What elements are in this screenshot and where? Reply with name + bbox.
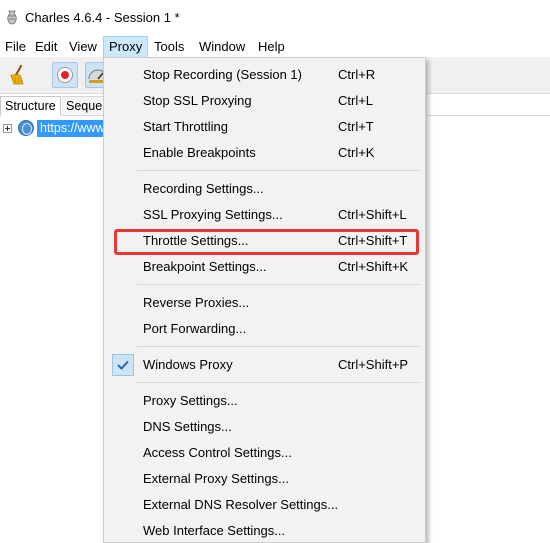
menu-item-label: Web Interface Settings... — [143, 523, 286, 538]
menu-item-stop-ssl-proxying[interactable]: Stop SSL Proxying Ctrl+L — [104, 88, 425, 114]
menu-edit[interactable]: Edit — [30, 36, 62, 58]
menu-item-dns-settings[interactable]: DNS Settings... — [104, 414, 425, 440]
menu-item-proxy-settings[interactable]: Proxy Settings... — [104, 388, 425, 414]
menu-item-label: Start Throttling — [143, 119, 229, 134]
record-button[interactable] — [52, 62, 78, 88]
menu-item-start-throttling[interactable]: Start Throttling Ctrl+T — [104, 114, 425, 140]
menu-item-label: Reverse Proxies... — [143, 295, 250, 310]
title-bar: Charles 4.6.4 - Session 1 * — [0, 0, 550, 36]
proxy-menu: Stop Recording (Session 1) Ctrl+R Stop S… — [103, 57, 426, 543]
menu-help[interactable]: Help — [253, 36, 290, 58]
tree-item-host[interactable]: https://www — [37, 120, 107, 137]
menu-item-label: SSL Proxying Settings... — [143, 207, 283, 222]
menu-separator — [137, 170, 421, 171]
expand-icon[interactable] — [3, 124, 12, 133]
menu-item-label: Port Forwarding... — [143, 321, 247, 336]
menu-item-label: Stop SSL Proxying — [143, 93, 252, 108]
menu-item-shortcut: Ctrl+K — [338, 145, 375, 160]
menu-item-shortcut: Ctrl+Shift+K — [338, 259, 409, 274]
menu-item-access-control-settings[interactable]: Access Control Settings... — [104, 440, 425, 466]
menu-item-shortcut: Ctrl+Shift+L — [338, 207, 407, 222]
charles-vase-icon — [7, 10, 17, 25]
clear-session-button[interactable] — [5, 62, 31, 88]
menu-separator — [137, 382, 421, 383]
menu-item-reverse-proxies[interactable]: Reverse Proxies... — [104, 290, 425, 316]
menu-proxy[interactable]: Proxy — [103, 36, 149, 58]
menu-item-recording-settings[interactable]: Recording Settings... — [104, 176, 425, 202]
menu-item-external-dns-resolver-settings[interactable]: External DNS Resolver Settings... — [104, 492, 425, 518]
menu-separator — [137, 284, 421, 285]
menu-window[interactable]: Window — [194, 36, 250, 58]
menu-item-label: Recording Settings... — [143, 181, 264, 196]
menu-item-label: Stop Recording (Session 1) — [143, 67, 302, 82]
menu-item-shortcut: Ctrl+L — [338, 93, 374, 108]
menu-item-label: Breakpoint Settings... — [143, 259, 267, 274]
menu-separator — [137, 346, 421, 347]
menu-item-shortcut: Ctrl+T — [338, 119, 374, 134]
globe-icon — [18, 120, 34, 136]
menu-item-external-proxy-settings[interactable]: External Proxy Settings... — [104, 466, 425, 492]
menu-item-windows-proxy[interactable]: Windows Proxy Ctrl+Shift+P — [104, 352, 425, 378]
menu-item-label: Enable Breakpoints — [143, 145, 256, 160]
menu-item-label: DNS Settings... — [143, 419, 232, 434]
menu-item-port-forwarding[interactable]: Port Forwarding... — [104, 316, 425, 342]
window-title: Charles 4.6.4 - Session 1 * — [25, 10, 180, 25]
menu-item-label: Access Control Settings... — [143, 445, 292, 460]
menu-item-label: External Proxy Settings... — [143, 471, 289, 486]
menu-item-web-interface-settings[interactable]: Web Interface Settings... — [104, 518, 425, 543]
checkmark-icon — [112, 354, 134, 376]
record-icon — [57, 67, 73, 83]
menu-item-shortcut: Ctrl+Shift+P — [338, 357, 409, 372]
menu-item-ssl-proxying-settings[interactable]: SSL Proxying Settings... Ctrl+Shift+L — [104, 202, 425, 228]
menu-item-breakpoint-settings[interactable]: Breakpoint Settings... Ctrl+Shift+K — [104, 254, 425, 280]
menu-item-stop-recording[interactable]: Stop Recording (Session 1) Ctrl+R — [104, 62, 425, 88]
menu-file[interactable]: File — [0, 36, 31, 58]
highlight-box — [114, 229, 419, 255]
tab-structure[interactable]: Structure — [0, 96, 61, 116]
menu-item-label: Proxy Settings... — [143, 393, 238, 408]
menu-item-label: External DNS Resolver Settings... — [143, 497, 339, 512]
menu-view[interactable]: View — [64, 36, 102, 58]
menu-bar: File Edit View Proxy Tools Window Help — [0, 36, 550, 58]
menu-item-shortcut: Ctrl+R — [338, 67, 376, 82]
menu-tools[interactable]: Tools — [149, 36, 189, 58]
menu-item-label: Windows Proxy — [143, 357, 233, 372]
broom-icon — [10, 64, 24, 85]
tab-sequence[interactable]: Seque — [62, 96, 108, 116]
menu-item-enable-breakpoints[interactable]: Enable Breakpoints Ctrl+K — [104, 140, 425, 166]
